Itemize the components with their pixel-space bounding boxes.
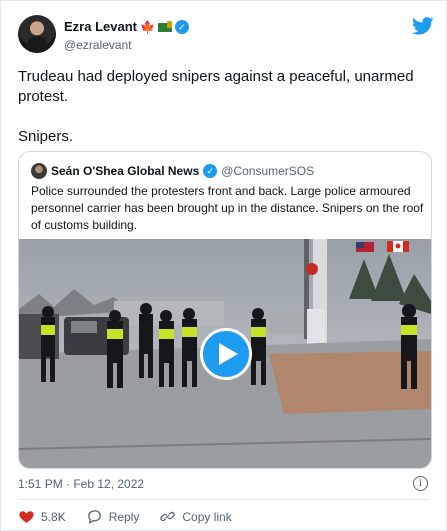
- tweet-paragraph: Trudeau had deployed snipers against a p…: [18, 68, 414, 105]
- reply-label: Reply: [108, 509, 140, 524]
- video-player[interactable]: [19, 239, 431, 468]
- tweet-card: Ezra Levant 🍁 ✓ @ezralevant Trudeau had …: [0, 0, 447, 531]
- reply-icon: [87, 510, 101, 524]
- verified-badge-icon: ✓: [203, 164, 218, 178]
- tweet-header: Ezra Levant 🍁 ✓ @ezralevant: [18, 15, 434, 57]
- like-button[interactable]: 5.8K: [18, 508, 66, 525]
- quoted-tweet-text: Police surrounded the protesters front a…: [31, 184, 424, 232]
- quoted-display-name: Seán O'Shea Global News: [51, 164, 200, 178]
- author-display-row[interactable]: Ezra Levant 🍁 ✓: [64, 19, 189, 35]
- play-button[interactable]: [200, 328, 252, 380]
- like-count: 5.8K: [41, 509, 66, 524]
- avatar[interactable]: [18, 15, 56, 53]
- divider: [18, 499, 429, 500]
- maple-leaf-icon: 🍁: [139, 20, 155, 34]
- play-icon: [219, 343, 238, 365]
- twitter-bird-icon[interactable]: [412, 17, 434, 35]
- quoted-handle: @ConsumerSOS: [221, 164, 315, 178]
- tweet-timestamp[interactable]: 1:51 PM · Feb 12, 2022: [18, 477, 144, 491]
- quoted-avatar: [31, 163, 47, 179]
- quoted-tweet[interactable]: Seán O'Shea Global News ✓ @ConsumerSOS P…: [18, 151, 432, 469]
- verified-badge-icon: ✓: [174, 20, 189, 34]
- heart-icon: [19, 511, 34, 523]
- quoted-tweet-header: Seán O'Shea Global News ✓ @ConsumerSOS: [31, 163, 314, 179]
- truck-icon: [157, 20, 172, 32]
- author-names: Ezra Levant 🍁 ✓ @ezralevant: [64, 19, 189, 53]
- tweet-paragraph: Snipers.: [18, 128, 74, 145]
- author-display-name[interactable]: Ezra Levant: [64, 19, 137, 35]
- action-bar: 5.8K Reply Copy link: [18, 508, 252, 525]
- reply-button[interactable]: Reply: [86, 508, 140, 525]
- author-handle[interactable]: @ezralevant: [64, 37, 189, 53]
- copy-link-label: Copy link: [182, 509, 232, 524]
- info-icon[interactable]: i: [413, 476, 428, 491]
- copy-link-button[interactable]: Copy link: [159, 508, 232, 525]
- copy-link-icon: [160, 511, 176, 522]
